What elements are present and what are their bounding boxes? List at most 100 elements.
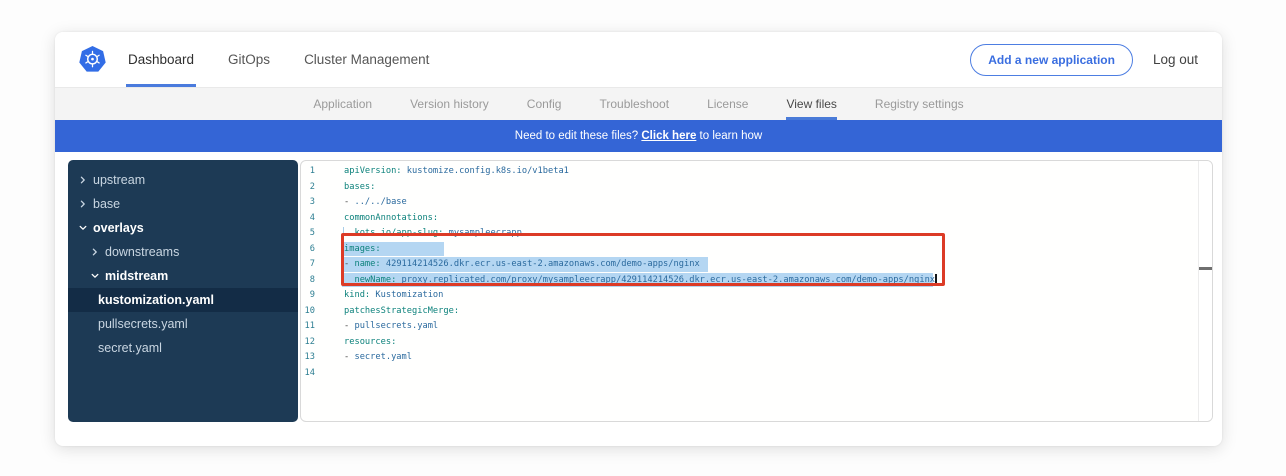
chevron-right-icon (79, 200, 87, 208)
code-token: images: (344, 244, 381, 254)
nav-item-gitops[interactable]: GitOps (228, 32, 270, 87)
line-content: kots.io/app-slug: mysampleecrapp (344, 226, 522, 242)
chevron-right-icon (79, 176, 87, 184)
line-number: 10 (301, 304, 315, 320)
tab-config[interactable]: Config (527, 88, 562, 120)
sidebar-item-kustomization-yaml[interactable]: kustomization.yaml (68, 288, 298, 312)
line-content: - secret.yaml (344, 350, 412, 366)
sidebar-item-pullsecrets-yaml[interactable]: pullsecrets.yaml (68, 312, 298, 336)
sidebar-item-secret-yaml[interactable]: secret.yaml (68, 336, 298, 360)
editor-line: 5 kots.io/app-slug: mysampleecrapp (301, 226, 1212, 242)
code-token: - (344, 321, 354, 331)
top-navbar: Dashboard GitOps Cluster Management Add a … (55, 32, 1222, 88)
line-number: 2 (301, 180, 315, 196)
line-content: kind: Kustomization (344, 288, 443, 304)
sidebar-item-label: pullsecrets.yaml (98, 317, 188, 331)
file-tree-sidebar: upstream base overlays downstreams midstream… (68, 160, 298, 422)
line-content: - name: 429114214526.dkr.ecr.us-east-2.a… (344, 257, 700, 273)
sidebar-item-midstream[interactable]: midstream (68, 264, 298, 288)
chevron-right-icon (91, 248, 99, 256)
line-number: 13 (301, 350, 315, 366)
code-token: secret.yaml (354, 352, 412, 362)
nav-item-cluster-management[interactable]: Cluster Management (304, 32, 429, 87)
line-number: 7 (301, 257, 315, 273)
line-content: - pullsecrets.yaml (344, 319, 438, 335)
line-number: 9 (301, 288, 315, 304)
line-content: bases: (344, 180, 375, 196)
editor-line: 8 newName: proxy.replicated.com/proxy/my… (301, 273, 1212, 289)
editor-line: 6 images: (301, 242, 1212, 258)
nav-item-dashboard[interactable]: Dashboard (128, 32, 194, 87)
editor-line: 13 - secret.yaml (301, 350, 1212, 366)
editor-line: 10 patchesStrategicMerge: (301, 304, 1212, 320)
yaml-editor[interactable]: 1 apiVersion: kustomize.config.k8s.io/v1b… (300, 160, 1213, 422)
editor-line: 3- ../../base (301, 195, 1212, 211)
code-token: newName: (354, 275, 396, 285)
editor-line: 14 (301, 366, 1212, 382)
chevron-down-icon (91, 272, 99, 280)
code-token: 429114214526.dkr.ecr.us-east-2.amazonaws… (381, 259, 700, 269)
sidebar-item-upstream[interactable]: upstream (68, 168, 298, 192)
line-content: patchesStrategicMerge: (344, 304, 459, 320)
tab-registry-settings[interactable]: Registry settings (875, 88, 964, 120)
add-application-button[interactable]: Add a new application (970, 44, 1133, 76)
editor-lines: 1 apiVersion: kustomize.config.k8s.io/v1b… (301, 161, 1212, 381)
text-cursor (935, 274, 937, 285)
tab-version-history[interactable]: Version history (410, 88, 489, 120)
code-token: kustomize.config.k8s.io/v1beta1 (402, 166, 569, 176)
line-number: 3 (301, 195, 315, 211)
tab-application[interactable]: Application (313, 88, 372, 120)
sidebar-item-overlays[interactable]: overlays (68, 216, 298, 240)
sidebar-item-base[interactable]: base (68, 192, 298, 216)
code-token: commonAnnotations: (344, 213, 438, 223)
line-number: 4 (301, 211, 315, 227)
banner-click-here-link[interactable]: Click here (641, 130, 696, 142)
tab-license[interactable]: License (707, 88, 748, 120)
editor-line: 11- pullsecrets.yaml (301, 319, 1212, 335)
editor-line: 4 commonAnnotations: (301, 211, 1212, 227)
line-content: resources: (344, 335, 396, 351)
code-token: mysampleecrapp (443, 228, 521, 238)
sidebar-item-label: base (93, 197, 120, 211)
editor-line: 12resources: (301, 335, 1212, 351)
banner-text-suffix: to learn how (696, 130, 762, 142)
primary-nav: Dashboard GitOps Cluster Management (128, 32, 429, 87)
sidebar-item-label: overlays (93, 221, 144, 235)
sidebar-item-label: midstream (105, 269, 168, 283)
editor-line: 7 - name: 429114214526.dkr.ecr.us-east-2.… (301, 257, 1212, 273)
sidebar-item-downstreams[interactable]: downstreams (68, 240, 298, 264)
chevron-down-icon (79, 224, 87, 232)
line-content: commonAnnotations: (344, 211, 438, 227)
line-number: 8 (301, 273, 315, 289)
app-tab-bar: Application Version history Config Troubles… (55, 88, 1222, 120)
code-token: proxy.replicated.com/proxy/mysampleecrap… (396, 275, 935, 285)
line-content: apiVersion: kustomize.config.k8s.io/v1be… (344, 164, 569, 180)
navbar-right: Add a new application Log out (970, 44, 1198, 76)
code-token: ../../base (354, 197, 406, 207)
sidebar-item-label: upstream (93, 173, 145, 187)
banner-text-prefix: Need to edit these files? (515, 130, 642, 142)
tab-troubleshoot[interactable]: Troubleshoot (599, 88, 669, 120)
editor-scrollbar[interactable] (1198, 161, 1212, 421)
sidebar-item-label: kustomization.yaml (98, 293, 214, 307)
code-token: kind: (344, 290, 370, 300)
line-number: 6 (301, 242, 315, 258)
edit-files-banner: Need to edit these files? Click here to … (55, 120, 1222, 152)
code-token: - (344, 352, 354, 362)
code-token: apiVersion: (344, 166, 402, 176)
code-token: Kustomization (370, 290, 443, 300)
tab-view-files[interactable]: View files (786, 88, 836, 120)
line-number: 1 (301, 164, 315, 180)
logout-link[interactable]: Log out (1153, 52, 1198, 67)
admin-console-window: Dashboard GitOps Cluster Management Add a … (55, 32, 1222, 446)
line-number: 14 (301, 366, 315, 382)
sidebar-item-label: downstreams (105, 245, 179, 259)
code-token (344, 228, 354, 238)
scrollbar-thumb[interactable] (1199, 267, 1212, 270)
line-number: 5 (301, 226, 315, 242)
sidebar-item-label: secret.yaml (98, 341, 162, 355)
line-content: newName: proxy.replicated.com/proxy/mysa… (344, 273, 937, 289)
code-token: name: (354, 259, 380, 269)
line-content: images: (344, 242, 381, 258)
kubernetes-logo-icon (79, 46, 106, 73)
